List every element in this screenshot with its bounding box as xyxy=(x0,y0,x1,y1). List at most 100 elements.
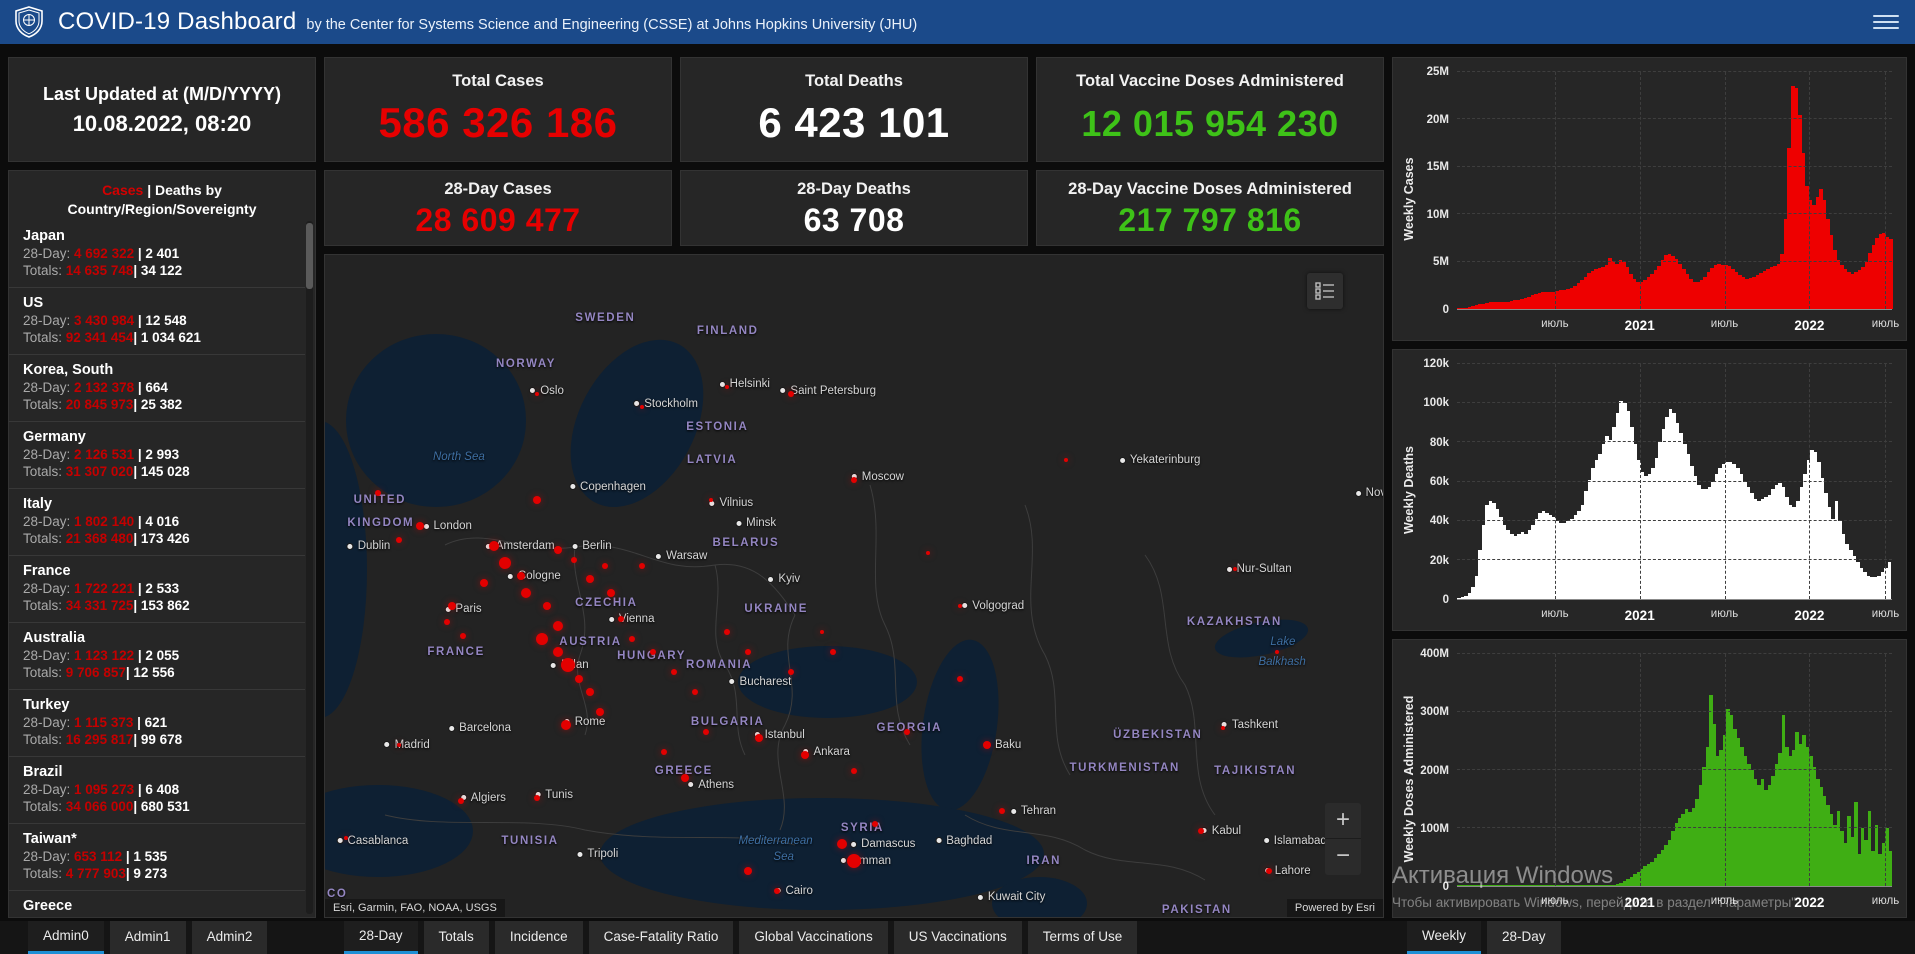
case-cluster-dot[interactable] xyxy=(533,794,540,801)
case-cluster-dot[interactable] xyxy=(459,632,466,639)
case-cluster-dot[interactable] xyxy=(640,405,645,410)
case-cluster-dot[interactable] xyxy=(498,556,511,569)
tab-weekly[interactable]: Weekly xyxy=(1407,921,1482,954)
case-cluster-dot[interactable] xyxy=(847,853,861,868)
hamburger-menu-icon[interactable] xyxy=(1873,11,1899,31)
case-cluster-dot[interactable] xyxy=(534,392,539,397)
case-cluster-dot[interactable] xyxy=(829,649,836,656)
country-list-item[interactable]: US 28-Day: 3 430 984 | 12 548 Totals: 92 3… xyxy=(9,287,305,354)
case-cluster-dot[interactable] xyxy=(570,556,577,563)
tab-incidence[interactable]: Incidence xyxy=(494,921,583,954)
case-cluster-dot[interactable] xyxy=(535,632,548,645)
case-cluster-dot[interactable] xyxy=(585,575,594,584)
layer-list-icon[interactable] xyxy=(1307,273,1343,309)
case-cluster-dot[interactable] xyxy=(754,734,763,743)
case-cluster-dot[interactable] xyxy=(872,821,879,828)
tab-28-day[interactable]: 28-Day xyxy=(1487,921,1561,954)
case-cluster-dot[interactable] xyxy=(374,490,381,497)
case-cluster-dot[interactable] xyxy=(649,649,656,656)
case-cluster-dot[interactable] xyxy=(543,601,552,610)
case-cluster-dot[interactable] xyxy=(956,675,963,682)
case-cluster-dot[interactable] xyxy=(639,563,646,570)
case-cluster-dot[interactable] xyxy=(397,742,402,747)
tab-global-vaccinations[interactable]: Global Vaccinations xyxy=(739,921,888,954)
case-cluster-dot[interactable] xyxy=(585,687,594,696)
case-cluster-dot[interactable] xyxy=(1275,650,1280,655)
case-cluster-dot[interactable] xyxy=(820,630,825,635)
case-cluster-dot[interactable] xyxy=(532,495,541,504)
case-cluster-dot[interactable] xyxy=(344,835,349,840)
country-list-item[interactable]: France 28-Day: 1 722 221 | 2 533 Totals: 3… xyxy=(9,555,305,622)
country-list-item[interactable]: Italy 28-Day: 1 802 140 | 4 016 Totals: 21… xyxy=(9,488,305,555)
case-cluster-dot[interactable] xyxy=(709,497,714,502)
case-cluster-dot[interactable] xyxy=(447,601,456,610)
case-cluster-dot[interactable] xyxy=(999,808,1006,815)
case-cluster-dot[interactable] xyxy=(773,887,780,894)
country-list-item[interactable]: Korea, South 28-Day: 2 132 378 | 664 Total… xyxy=(9,354,305,421)
case-cluster-dot[interactable] xyxy=(903,728,910,735)
case-cluster-dot[interactable] xyxy=(458,798,465,805)
case-cluster-dot[interactable] xyxy=(692,688,699,695)
case-cluster-dot[interactable] xyxy=(516,572,525,581)
case-cluster-dot[interactable] xyxy=(606,588,615,597)
case-cluster-dot[interactable] xyxy=(618,616,625,623)
case-cluster-dot[interactable] xyxy=(725,385,730,390)
tab-totals[interactable]: Totals xyxy=(423,921,489,954)
case-cluster-dot[interactable] xyxy=(787,669,794,676)
country-list-item[interactable]: Germany 28-Day: 2 126 531 | 2 993 Totals: … xyxy=(9,421,305,488)
case-cluster-dot[interactable] xyxy=(724,629,731,636)
case-cluster-dot[interactable] xyxy=(1198,827,1205,834)
country-list-item[interactable]: Turkey 28-Day: 1 115 373 | 621 Totals: 16 … xyxy=(9,689,305,756)
case-cluster-dot[interactable] xyxy=(745,649,752,656)
case-cluster-dot[interactable] xyxy=(660,748,667,755)
tab-terms-of-use[interactable]: Terms of Use xyxy=(1027,921,1138,954)
case-cluster-dot[interactable] xyxy=(552,620,563,631)
case-cluster-dot[interactable] xyxy=(553,545,562,554)
case-cluster-dot[interactable] xyxy=(489,541,500,552)
country-list-item[interactable]: Brazil 28-Day: 1 095 273 | 6 408 Totals: 3… xyxy=(9,756,305,823)
country-list-item[interactable]: Japan 28-Day: 4 692 322 | 2 401 Totals: 14… xyxy=(9,221,305,287)
tab-admin2[interactable]: Admin2 xyxy=(191,921,268,954)
case-cluster-dot[interactable] xyxy=(837,839,848,850)
case-cluster-dot[interactable] xyxy=(416,522,425,531)
case-cluster-dot[interactable] xyxy=(596,707,605,716)
case-cluster-dot[interactable] xyxy=(443,619,450,626)
case-cluster-dot[interactable] xyxy=(851,768,857,775)
case-cluster-dot[interactable] xyxy=(561,720,572,731)
case-cluster-dot[interactable] xyxy=(396,536,403,543)
case-cluster-dot[interactable] xyxy=(926,550,931,555)
case-cluster-dot[interactable] xyxy=(851,477,857,484)
zoom-out-button[interactable]: − xyxy=(1325,839,1361,875)
tab-28-day[interactable]: 28-Day xyxy=(344,921,418,954)
case-cluster-dot[interactable] xyxy=(744,866,753,875)
country-list-scrollbar-thumb[interactable] xyxy=(306,223,313,289)
case-cluster-dot[interactable] xyxy=(602,563,609,570)
case-cluster-dot[interactable] xyxy=(561,658,576,673)
case-cluster-dot[interactable] xyxy=(521,587,532,598)
tab-admin0[interactable]: Admin0 xyxy=(28,921,104,954)
world-map[interactable]: SWEDEN FINLAND NORWAY Oslo Stockholm Helsinki… xyxy=(324,254,1384,918)
case-cluster-dot[interactable] xyxy=(628,635,635,642)
case-cluster-dot[interactable] xyxy=(957,603,962,608)
case-cluster-dot[interactable] xyxy=(1265,867,1272,874)
weekly-cases-axis-title: Weekly Cases xyxy=(1402,157,1416,241)
case-cluster-dot[interactable] xyxy=(552,647,563,658)
case-cluster-dot[interactable] xyxy=(479,578,488,587)
case-cluster-dot[interactable] xyxy=(801,750,810,759)
case-cluster-dot[interactable] xyxy=(671,669,678,676)
tab-case-fatality-ratio[interactable]: Case-Fatality Ratio xyxy=(588,921,734,954)
country-list-item[interactable]: Greece28-Day: 621 474 | 901 xyxy=(9,890,305,916)
case-cluster-dot[interactable] xyxy=(680,773,689,782)
case-cluster-dot[interactable] xyxy=(983,740,992,749)
tab-us-vaccinations[interactable]: US Vaccinations xyxy=(893,921,1022,954)
case-cluster-dot[interactable] xyxy=(787,391,794,398)
case-cluster-dot[interactable] xyxy=(574,674,583,683)
country-list-item[interactable]: Australia 28-Day: 1 123 122 | 2 055 Totals… xyxy=(9,622,305,689)
case-cluster-dot[interactable] xyxy=(1063,458,1068,463)
tab-admin1[interactable]: Admin1 xyxy=(109,921,186,954)
case-cluster-dot[interactable] xyxy=(1232,567,1237,572)
case-cluster-dot[interactable] xyxy=(1221,726,1226,731)
zoom-in-button[interactable]: + xyxy=(1325,803,1361,839)
country-list-item[interactable]: Taiwan* 28-Day: 653 112 | 1 535 Totals: 4 … xyxy=(9,823,305,890)
case-cluster-dot[interactable] xyxy=(702,728,709,735)
